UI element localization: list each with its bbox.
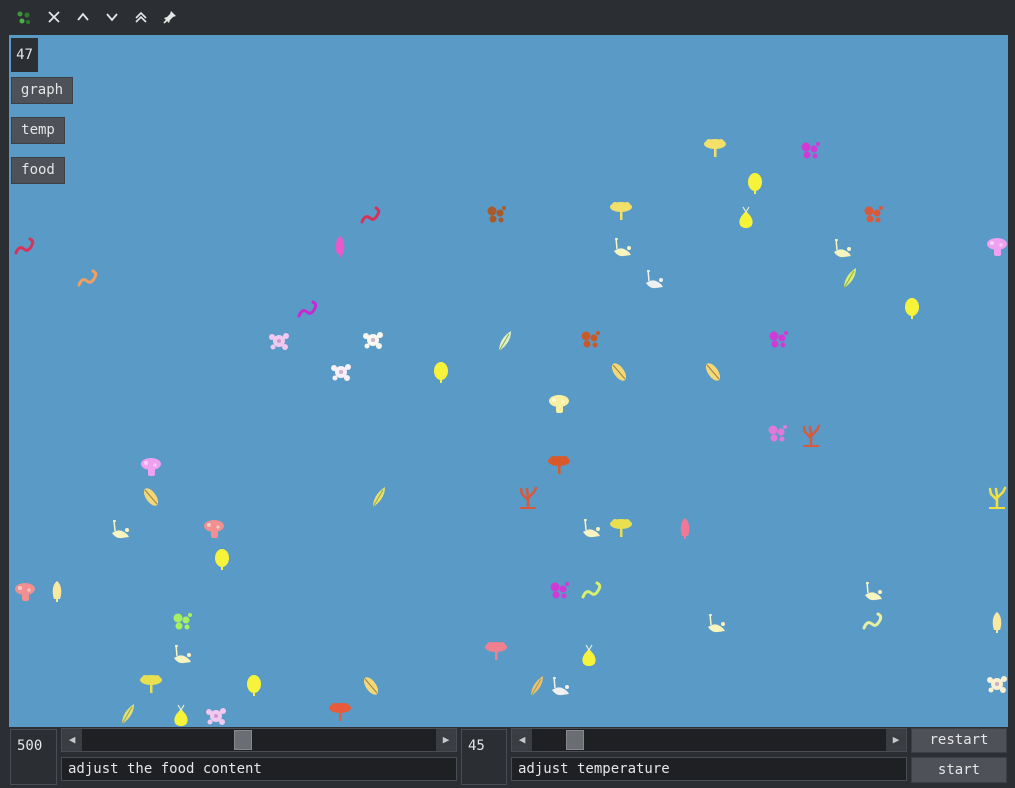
slider-right-arrow-icon[interactable]: ▶ (886, 729, 906, 751)
close-icon[interactable] (43, 7, 65, 29)
slider-left-arrow-icon[interactable]: ◀ (62, 729, 82, 751)
worm-organism (360, 206, 381, 224)
mushroom-organism (141, 458, 161, 476)
worm-organism (297, 300, 318, 318)
population-counter: 47 (11, 38, 38, 72)
temp-value: 45 (461, 729, 507, 785)
blob-cluster-organism (173, 613, 192, 630)
critter-organism (646, 269, 663, 289)
tree-organism (329, 703, 351, 721)
coral-organism (519, 486, 538, 510)
critter-organism (174, 644, 191, 664)
critter-organism (865, 581, 882, 601)
lemon-organism (215, 549, 229, 570)
splat-organism (206, 708, 226, 725)
title-bar (0, 0, 1015, 35)
lemon-organism (247, 675, 261, 696)
food-slider-thumb[interactable] (234, 730, 253, 750)
leaf-organism (498, 331, 511, 352)
tree-organism (140, 675, 162, 693)
critter-organism (112, 519, 129, 539)
critter-organism (583, 518, 600, 538)
worm-organism (14, 237, 35, 255)
double-chevron-up-icon[interactable] (130, 7, 152, 29)
tree-organism (485, 642, 507, 660)
cone-organism (335, 236, 345, 257)
tree-organism (548, 456, 570, 474)
slider-left-arrow-icon[interactable]: ◀ (512, 729, 532, 751)
splat-organism (331, 364, 351, 381)
splat-organism (987, 676, 1007, 693)
lemon-organism (748, 173, 762, 194)
tree-organism (610, 519, 632, 537)
critter-organism (708, 613, 725, 633)
pear-organism (739, 206, 753, 228)
splat-organism (363, 332, 383, 349)
seed-organism (611, 363, 627, 381)
lemon-organism (905, 298, 919, 319)
food-caption: adjust the food content (61, 757, 457, 781)
critter-organism (614, 237, 631, 257)
cone-organism (680, 518, 690, 539)
worm-organism (581, 581, 602, 599)
coral-organism (988, 486, 1007, 510)
mushroom-organism (204, 520, 224, 538)
temp-slider[interactable]: ◀ ▶ (511, 728, 907, 752)
temp-slider-thumb[interactable] (565, 730, 584, 750)
control-panel: 500 ◀ ▶ adjust the food content 45 ◀ ▶ a… (0, 727, 1015, 788)
pear-organism (582, 644, 596, 666)
mushroom-organism (15, 583, 35, 601)
chevron-down-icon[interactable] (101, 7, 123, 29)
temp-caption: adjust temperature (511, 757, 907, 781)
blob-cluster-organism (550, 582, 569, 599)
simulation-canvas[interactable] (9, 35, 1008, 727)
pin-icon[interactable] (159, 7, 181, 29)
tree-organism (704, 139, 726, 157)
leaf-organism (372, 487, 385, 508)
mushroom-organism (987, 238, 1007, 256)
restart-button[interactable]: restart (911, 728, 1007, 753)
food-button[interactable]: food (11, 157, 65, 184)
blob-cluster-organism (487, 206, 506, 223)
leaf-organism (121, 704, 134, 725)
blob-cluster-organism (769, 331, 788, 348)
graph-button[interactable]: graph (11, 77, 73, 104)
critter-organism (552, 676, 569, 696)
app-icon (13, 7, 35, 29)
mushroom-organism (549, 395, 569, 413)
seed-organism (705, 363, 721, 381)
cone-organism (52, 581, 62, 602)
cone-organism (992, 612, 1002, 633)
start-button[interactable]: start (911, 757, 1007, 783)
tree-organism (610, 202, 632, 220)
lemon-organism (434, 362, 448, 383)
splat-organism (269, 333, 289, 350)
blob-cluster-organism (768, 425, 787, 442)
slider-right-arrow-icon[interactable]: ▶ (436, 729, 456, 751)
temp-button[interactable]: temp (11, 117, 65, 144)
food-slider[interactable]: ◀ ▶ (61, 728, 457, 752)
chevron-up-icon[interactable] (72, 7, 94, 29)
leaf-organism (530, 676, 543, 697)
food-value: 500 (10, 729, 57, 785)
blob-cluster-organism (801, 142, 820, 159)
coral-organism (802, 424, 821, 448)
worm-organism (862, 612, 883, 630)
seed-organism (143, 488, 159, 506)
pear-organism (174, 704, 188, 726)
blob-cluster-organism (864, 206, 883, 223)
blob-cluster-organism (581, 331, 600, 348)
leaf-organism (843, 268, 856, 289)
seed-organism (363, 677, 379, 695)
worm-organism (77, 269, 98, 287)
critter-organism (834, 238, 851, 258)
